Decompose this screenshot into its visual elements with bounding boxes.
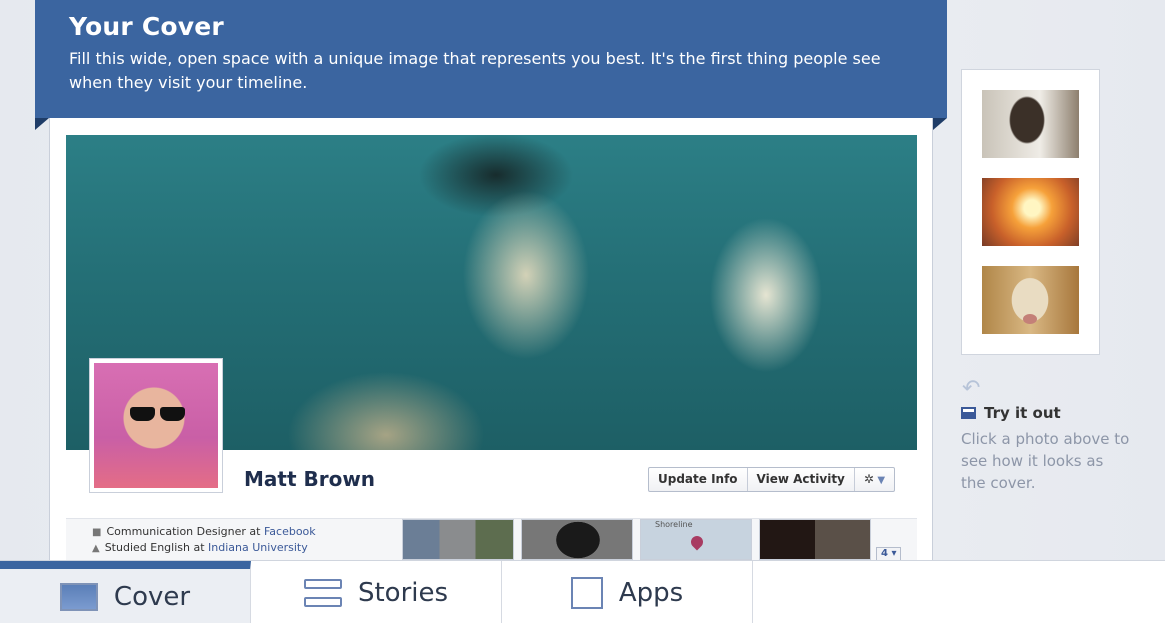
graduation-cap-icon: ▲ [92,543,100,554]
tab-cover-label: Cover [113,581,191,612]
cover-icon [59,582,98,611]
briefcase-icon: ■ [92,527,102,538]
sample-cover-2[interactable] [982,178,1079,246]
map-label: Shoreline [655,520,693,529]
tab-stories-label: Stories [357,577,449,608]
sample-cover-3[interactable] [982,266,1079,334]
tab-apps-label: Apps [618,577,684,608]
likes-thumbnail[interactable] [759,519,871,560]
banner-title: Your Cover [69,12,224,41]
education-link[interactable]: Indiana University [208,541,308,554]
picture-icon [961,407,976,419]
education-text: Studied English at [104,541,209,554]
banner-description: Fill this wide, open space with a unique… [69,49,881,92]
profile-picture[interactable] [89,358,223,493]
map-pin-icon [688,533,706,551]
banner-fold-right [933,118,947,130]
stories-icon [303,578,342,607]
profile-actions: Update Info View Activity ✲ ▼ [648,467,896,492]
bottom-tab-bar: Cover Stories Apps [0,560,1165,623]
work-link[interactable]: Facebook [264,525,316,538]
chevron-down-icon: ▼ [873,475,886,486]
work-info: ■ Communication Designer at Facebook [92,525,316,538]
banner-fold-left [35,118,49,130]
work-text: Communication Designer at [106,525,264,538]
update-info-button[interactable]: Update Info [649,468,748,491]
tab-cover[interactable]: Cover [0,561,251,623]
education-info: ▲ Studied English at Indiana University [92,541,308,554]
sunglasses-graphic [130,406,186,422]
try-it-description: Click a photo above to see how it looks … [961,430,1130,492]
profile-name[interactable]: Matt Brown [244,467,375,491]
view-activity-button[interactable]: View Activity [748,468,855,491]
photos-thumbnail[interactable] [521,519,633,560]
settings-menu-button[interactable]: ✲ ▼ [855,468,894,491]
tab-apps[interactable]: Apps [502,561,753,623]
profile-photo [94,363,218,488]
curved-arrow-icon: ↶ [962,376,981,401]
try-it-out-heading: Try it out [961,404,1061,422]
map-thumbnail[interactable]: Shoreline [640,519,752,560]
cover-intro-banner: Your Cover Fill this wide, open space wi… [35,0,947,118]
friends-thumbnail[interactable] [402,519,514,560]
tab-stories[interactable]: Stories [251,561,502,623]
sample-covers-panel [961,69,1100,355]
gear-icon: ✲ [863,472,874,486]
apps-icon [570,576,603,609]
try-it-title: Try it out [984,404,1061,422]
sample-cover-1[interactable] [982,90,1079,158]
